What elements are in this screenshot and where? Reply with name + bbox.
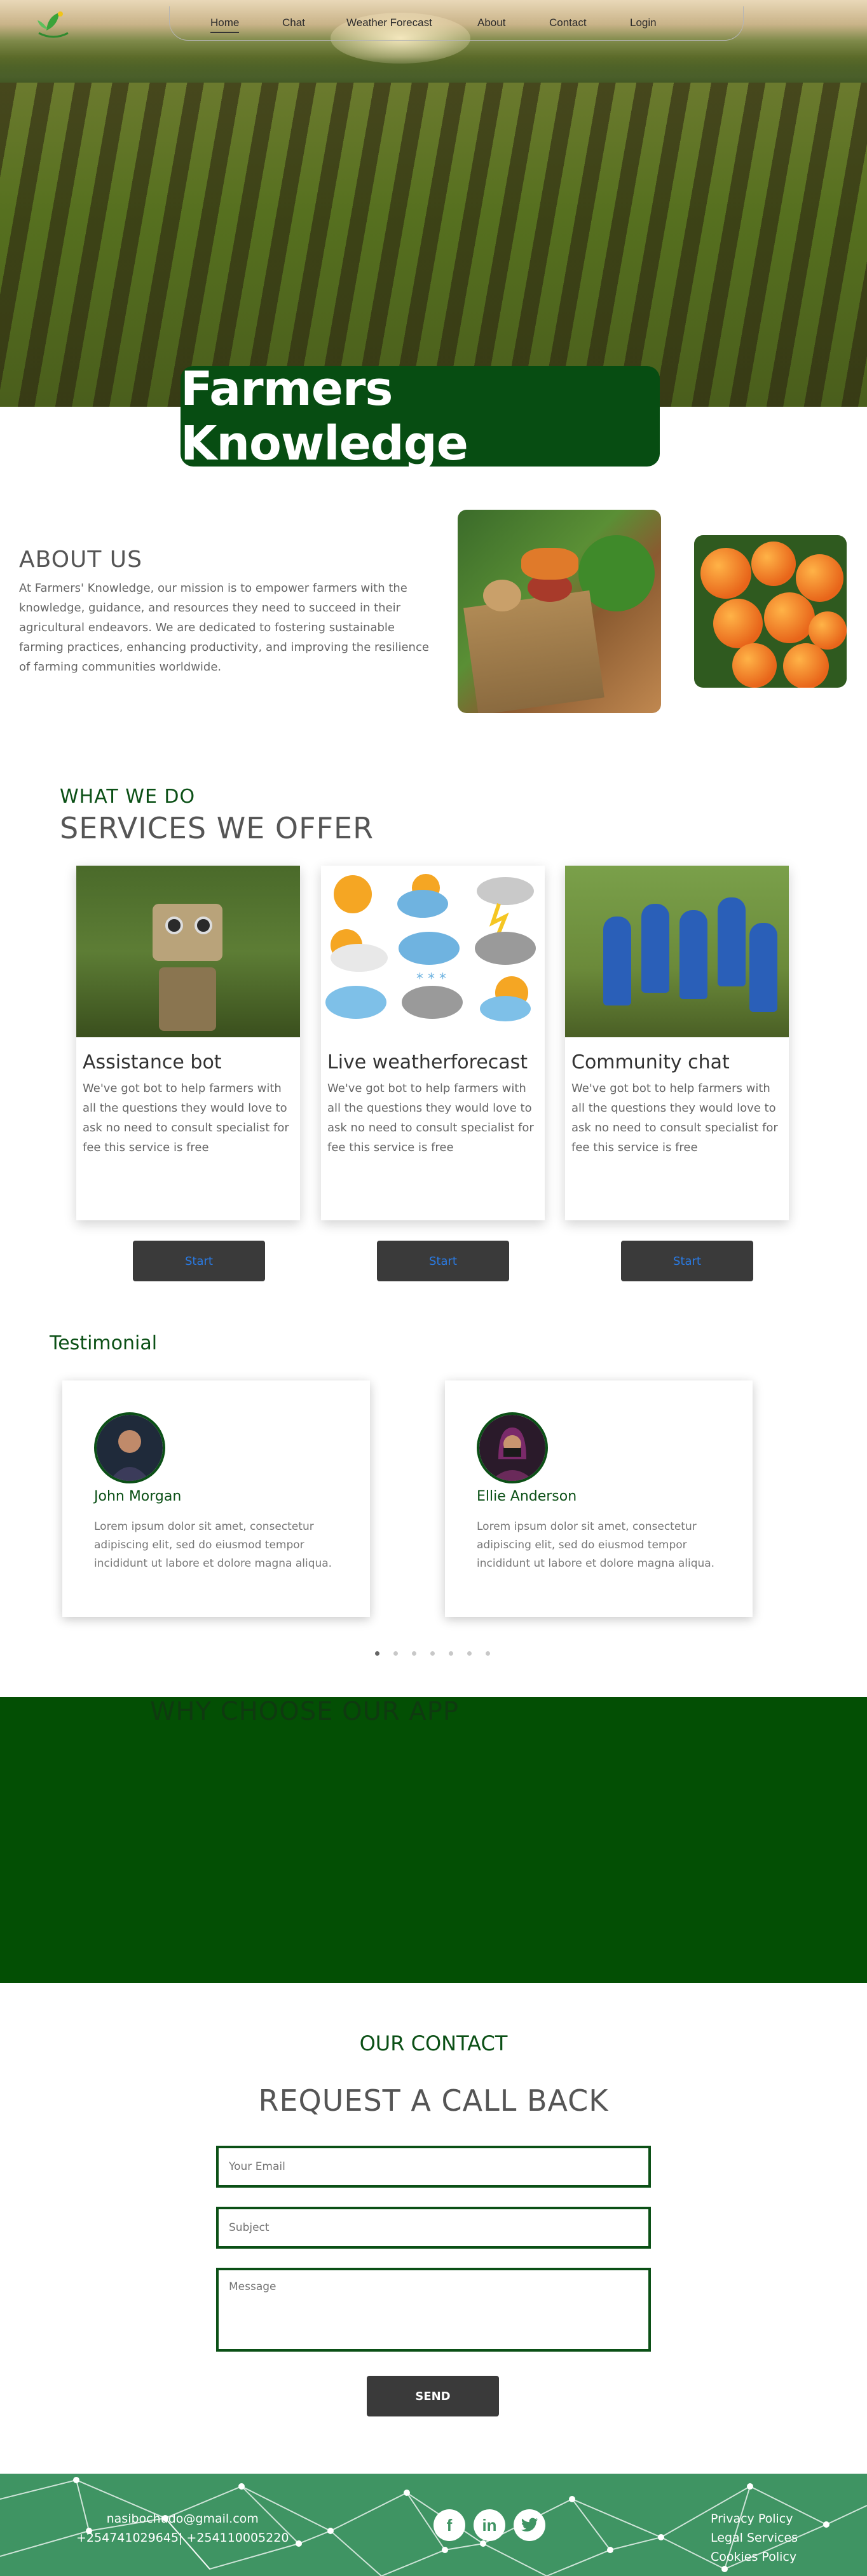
nav-home[interactable]: Home [210, 17, 240, 33]
footer-links: Privacy Policy Legal Services Cookies Po… [711, 2509, 798, 2566]
why-choose-section: WHY CHOOSE OUR APP [0, 1697, 867, 1983]
subject-field[interactable] [216, 2207, 651, 2249]
service-card-text: We've got bot to help farmers with all t… [571, 1082, 778, 1154]
avatar [94, 1412, 165, 1483]
hero-title-box: Farmers Knowledge [181, 362, 660, 471]
carousel-dot[interactable] [467, 1651, 472, 1656]
service-card-title: Community chat [571, 1051, 730, 1073]
leaf-logo-icon [38, 11, 69, 38]
hero-field-rows [0, 83, 867, 407]
service-card-assistance-bot: Assistance bot We've got bot to help far… [76, 866, 300, 1220]
carousel-dot[interactable] [412, 1651, 416, 1656]
service-card-title: Live weatherforecast [327, 1051, 528, 1073]
service-card-title: Assistance bot [83, 1051, 222, 1073]
nav-chat[interactable]: Chat [282, 17, 305, 29]
service-card-weather: * * * Live weatherforecast We've got bot… [321, 866, 545, 1220]
oranges-image [694, 535, 847, 688]
testimonial-name: Ellie Anderson [477, 1489, 577, 1504]
testimonial-heading: Testimonial [50, 1332, 158, 1354]
carousel-dot[interactable] [449, 1651, 453, 1656]
svg-text:* * *: * * * [416, 971, 446, 987]
start-assistance-bot-button[interactable]: Start [133, 1241, 265, 1281]
email-field[interactable] [216, 2146, 651, 2188]
site-logo[interactable] [32, 6, 75, 42]
start-community-chat-button[interactable]: Start [621, 1241, 753, 1281]
hero-banner [0, 0, 867, 407]
contact-kicker: OUR CONTACT [359, 2031, 508, 2055]
twitter-icon[interactable] [514, 2509, 545, 2541]
robot-image [76, 866, 300, 1037]
message-field[interactable] [216, 2268, 651, 2352]
linkedin-icon[interactable]: in [474, 2509, 505, 2541]
testimonial-text: Lorem ipsum dolor sit amet, consectetur … [94, 1520, 332, 1570]
carousel-dot[interactable] [430, 1651, 435, 1656]
services-kicker: WHAT WE DO [60, 786, 196, 808]
privacy-policy-link[interactable]: Privacy Policy [711, 2509, 798, 2528]
send-button[interactable]: SEND [367, 2376, 499, 2416]
testimonial-card: John Morgan Lorem ipsum dolor sit amet, … [62, 1380, 370, 1617]
facebook-icon[interactable]: f [434, 2509, 465, 2541]
testimonial-card: Ellie Anderson Lorem ipsum dolor sit ame… [445, 1380, 753, 1617]
carousel-dots [375, 1651, 490, 1656]
carousel-dot[interactable] [375, 1651, 379, 1656]
testimonial-text: Lorem ipsum dolor sit amet, consectetur … [477, 1520, 715, 1570]
about-heading: ABOUT US [19, 547, 143, 573]
legal-services-link[interactable]: Legal Services [711, 2528, 798, 2547]
footer: nasibochudo@gmail.com +254741029645| +25… [0, 2474, 867, 2576]
cookies-policy-link[interactable]: Cookies Policy [711, 2547, 798, 2566]
why-heading: WHY CHOOSE OUR APP [150, 1697, 460, 1726]
carousel-dot[interactable] [486, 1651, 490, 1656]
about-text: At Farmers' Knowledge, our mission is to… [19, 582, 429, 674]
carousel-dot[interactable] [393, 1651, 398, 1656]
avatar [477, 1412, 548, 1483]
footer-email[interactable]: nasibochudo@gmail.com [76, 2509, 289, 2528]
main-nav: Home Chat Weather Forecast About Contact… [169, 6, 744, 41]
community-people-image [565, 866, 789, 1037]
contact-heading: REQUEST A CALL BACK [258, 2083, 609, 2118]
vegetable-crate-image [458, 510, 661, 713]
nav-contact[interactable]: Contact [549, 17, 587, 29]
weather-icons-image: * * * [321, 866, 545, 1037]
nav-about[interactable]: About [477, 17, 505, 29]
service-card-text: We've got bot to help farmers with all t… [327, 1082, 534, 1154]
nav-weather-forecast[interactable]: Weather Forecast [346, 17, 432, 29]
nav-login[interactable]: Login [630, 17, 657, 29]
services-heading: SERVICES WE OFFER [60, 811, 374, 845]
hero-title: Farmers Knowledge [181, 362, 468, 471]
service-card-text: We've got bot to help farmers with all t… [83, 1082, 289, 1154]
testimonial-name: John Morgan [94, 1489, 182, 1504]
footer-contact: nasibochudo@gmail.com +254741029645| +25… [76, 2509, 289, 2547]
service-card-community-chat: Community chat We've got bot to help far… [565, 866, 789, 1220]
footer-phones: +254741029645| +254110005220 [76, 2531, 289, 2545]
start-weather-button[interactable]: Start [377, 1241, 509, 1281]
